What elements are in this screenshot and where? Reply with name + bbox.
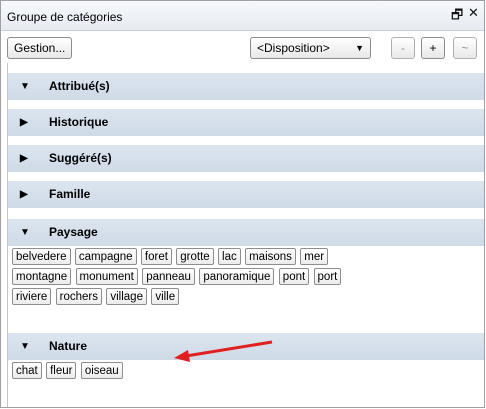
tag-button[interactable]: chat bbox=[12, 362, 42, 379]
group-label: Nature bbox=[49, 339, 88, 353]
expanded-triangle-icon: ▼ bbox=[20, 227, 30, 238]
panel-titlebar: Groupe de catégories 🗗 ✕ bbox=[1, 1, 484, 31]
arrow-head bbox=[174, 350, 190, 362]
expanded-triangle-icon: ▼ bbox=[20, 81, 30, 92]
expand-button[interactable]: + bbox=[421, 37, 445, 59]
group-suggeres: ▶ Suggéré(s) bbox=[8, 145, 484, 172]
close-icon[interactable]: ✕ bbox=[468, 5, 479, 21]
group-header[interactable]: ▼ Attribué(s) bbox=[8, 73, 484, 100]
tag-button[interactable]: pont bbox=[278, 268, 310, 285]
tag-button[interactable]: foret bbox=[140, 248, 172, 265]
float-icon[interactable]: 🗗 bbox=[451, 6, 463, 28]
tag-button[interactable]: riviere bbox=[12, 288, 52, 305]
tag-button[interactable]: ville bbox=[151, 288, 180, 305]
group-attribues: ▼ Attribué(s) bbox=[8, 73, 484, 100]
disposition-value: <Disposition> bbox=[257, 41, 330, 55]
tag-button[interactable]: port bbox=[313, 268, 342, 285]
collapsed-triangle-icon: ▶ bbox=[20, 153, 28, 164]
collapse-button[interactable]: - bbox=[391, 37, 415, 59]
tag-button[interactable]: village bbox=[106, 288, 147, 305]
tag-button[interactable]: fleur bbox=[46, 362, 77, 379]
group-famille: ▶ Famille bbox=[8, 181, 484, 208]
collapsed-triangle-icon: ▶ bbox=[20, 189, 28, 200]
tag-button[interactable]: rochers bbox=[55, 288, 103, 305]
collapsed-triangle-icon: ▶ bbox=[20, 117, 28, 128]
group-label: Attribué(s) bbox=[49, 79, 110, 93]
group-label: Suggéré(s) bbox=[49, 151, 112, 165]
chevron-down-icon: ▼ bbox=[355, 43, 364, 53]
tag-button[interactable]: monument bbox=[75, 268, 138, 285]
toggle-button[interactable]: ~ bbox=[453, 37, 477, 59]
group-paysage: ▼ Paysage belvedere campagne foret grott… bbox=[8, 219, 484, 308]
gestion-button[interactable]: Gestion... bbox=[7, 37, 73, 59]
tag-button[interactable]: lac bbox=[218, 248, 241, 265]
group-historique: ▶ Historique bbox=[8, 109, 484, 136]
tag-button[interactable]: oiseau bbox=[80, 362, 123, 379]
group-header[interactable]: ▼ Paysage bbox=[8, 219, 484, 246]
tag-list: belvedere campagne foret grotte lac mais… bbox=[8, 246, 484, 308]
disposition-select[interactable]: <Disposition> ▼ bbox=[250, 37, 371, 59]
tag-button[interactable]: campagne bbox=[74, 248, 137, 265]
toolbar: Gestion... <Disposition> ▼ - + ~ bbox=[1, 31, 484, 63]
tag-button[interactable]: panoramique bbox=[199, 268, 275, 285]
group-header[interactable]: ▶ Historique bbox=[8, 109, 484, 136]
group-header[interactable]: ▶ Famille bbox=[8, 181, 484, 208]
tag-button[interactable]: montagne bbox=[12, 268, 72, 285]
tag-button[interactable]: belvedere bbox=[12, 248, 71, 265]
arrow-shaft bbox=[185, 340, 273, 358]
annotation-arrow-icon bbox=[174, 340, 273, 362]
tag-button[interactable]: mer bbox=[300, 248, 329, 265]
group-label: Paysage bbox=[49, 225, 98, 239]
tag-button[interactable]: maisons bbox=[245, 248, 296, 265]
tag-button[interactable]: panneau bbox=[142, 268, 195, 285]
panel-title: Groupe de catégories bbox=[7, 10, 123, 24]
tag-button[interactable]: grotte bbox=[176, 248, 214, 265]
group-label: Famille bbox=[49, 187, 91, 201]
group-label: Historique bbox=[49, 115, 109, 129]
expanded-triangle-icon: ▼ bbox=[20, 341, 30, 352]
group-header[interactable]: ▶ Suggéré(s) bbox=[8, 145, 484, 172]
